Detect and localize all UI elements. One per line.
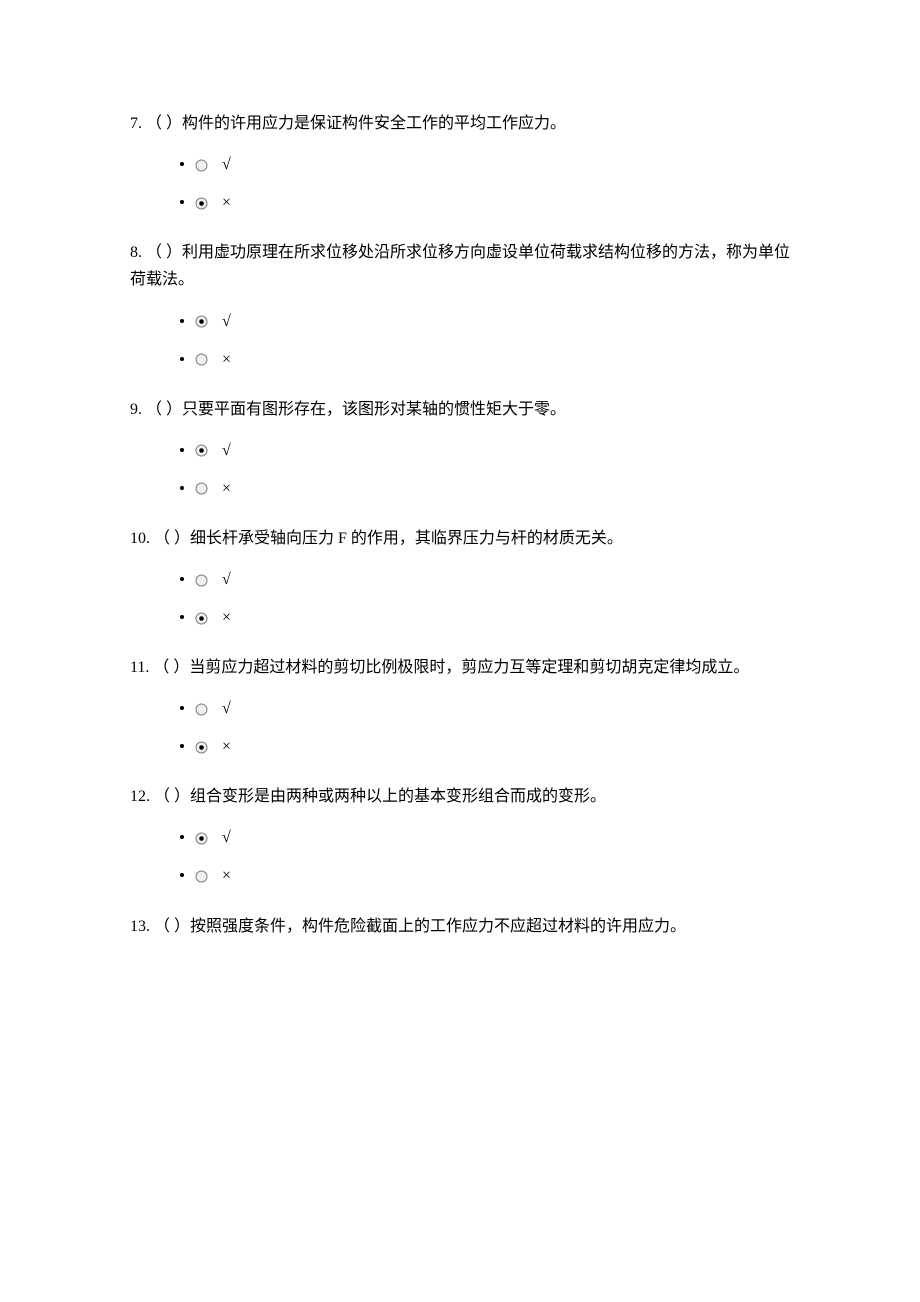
option-label: × xyxy=(218,351,231,368)
option-label: √ xyxy=(218,156,231,173)
option-true: √ xyxy=(195,157,790,173)
question-text: 9. （ ）只要平面有图形存在，该图形对某轴的惯性矩大于零。 xyxy=(130,396,790,423)
radio-selected-icon[interactable] xyxy=(195,738,218,753)
option-label: × xyxy=(218,194,231,211)
question-8: 8. （ ）利用虚功原理在所求位移处沿所求位移方向虚设单位荷载求结构位移的方法，… xyxy=(130,239,790,367)
option-true: √ xyxy=(195,572,790,588)
options-list: √ × xyxy=(130,830,790,884)
radio-unselected-icon[interactable] xyxy=(195,571,218,586)
radio-selected-icon[interactable] xyxy=(195,609,218,624)
radio-unselected-icon[interactable] xyxy=(195,156,218,171)
question-text: 7. （ ）构件的许用应力是保证构件安全工作的平均工作应力。 xyxy=(130,110,790,137)
question-12: 12. （ ）组合变形是由两种或两种以上的基本变形组合而成的变形。 √ × xyxy=(130,783,790,884)
option-false: × xyxy=(195,739,790,755)
option-label: × xyxy=(218,609,231,626)
option-true: √ xyxy=(195,443,790,459)
radio-unselected-icon[interactable] xyxy=(195,480,218,495)
option-false: × xyxy=(195,195,790,211)
question-text: 10. （ ）细长杆承受轴向压力 F 的作用，其临界压力与杆的材质无关。 xyxy=(130,525,790,552)
option-true: √ xyxy=(195,830,790,846)
radio-unselected-icon[interactable] xyxy=(195,700,218,715)
options-list: √ × xyxy=(130,314,790,368)
question-7: 7. （ ）构件的许用应力是保证构件安全工作的平均工作应力。 √ × xyxy=(130,110,790,211)
radio-selected-icon[interactable] xyxy=(195,194,218,209)
option-label: × xyxy=(218,738,231,755)
option-false: × xyxy=(195,481,790,497)
radio-unselected-icon[interactable] xyxy=(195,351,218,366)
options-list: √ × xyxy=(130,443,790,497)
radio-unselected-icon[interactable] xyxy=(195,867,218,882)
options-list: √ × xyxy=(130,157,790,211)
option-false: × xyxy=(195,610,790,626)
question-text: 13. （ ）按照强度条件，构件危险截面上的工作应力不应超过材料的许用应力。 xyxy=(130,913,790,940)
question-13: 13. （ ）按照强度条件，构件危险截面上的工作应力不应超过材料的许用应力。 xyxy=(130,913,790,940)
option-label: √ xyxy=(218,700,231,717)
options-list: √ × xyxy=(130,701,790,755)
option-label: √ xyxy=(218,571,231,588)
question-11: 11. （ ）当剪应力超过材料的剪切比例极限时，剪应力互等定理和剪切胡克定律均成… xyxy=(130,654,790,755)
option-true: √ xyxy=(195,701,790,717)
radio-selected-icon[interactable] xyxy=(195,442,218,457)
option-label: × xyxy=(218,868,231,885)
option-label: × xyxy=(218,480,231,497)
option-true: √ xyxy=(195,314,790,330)
radio-selected-icon[interactable] xyxy=(195,829,218,844)
question-10: 10. （ ）细长杆承受轴向压力 F 的作用，其临界压力与杆的材质无关。 √ × xyxy=(130,525,790,626)
option-label: √ xyxy=(218,442,231,459)
question-9: 9. （ ）只要平面有图形存在，该图形对某轴的惯性矩大于零。 √ × xyxy=(130,396,790,497)
option-label: √ xyxy=(218,829,231,846)
question-text: 12. （ ）组合变形是由两种或两种以上的基本变形组合而成的变形。 xyxy=(130,783,790,810)
radio-selected-icon[interactable] xyxy=(195,313,218,328)
option-label: √ xyxy=(218,313,231,330)
option-false: × xyxy=(195,352,790,368)
question-text: 11. （ ）当剪应力超过材料的剪切比例极限时，剪应力互等定理和剪切胡克定律均成… xyxy=(130,654,790,681)
question-text: 8. （ ）利用虚功原理在所求位移处沿所求位移方向虚设单位荷载求结构位移的方法，… xyxy=(130,239,790,293)
options-list: √ × xyxy=(130,572,790,626)
option-false: × xyxy=(195,868,790,884)
